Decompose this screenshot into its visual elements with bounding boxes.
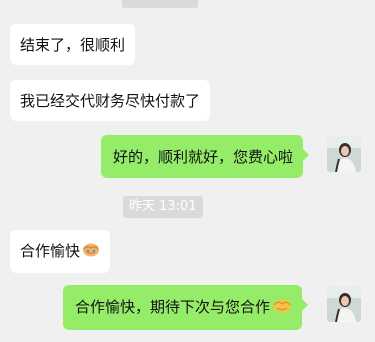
message-text: 合作愉快，期待下次与您合作 <box>75 298 271 316</box>
avatar-photo-icon <box>327 286 361 322</box>
message-text: 结束了，很顺利 <box>20 36 126 54</box>
message-bubble-received[interactable]: 我已经交代财务尽快付款了 <box>10 80 211 121</box>
user-avatar[interactable] <box>327 286 361 322</box>
user-avatar[interactable] <box>327 136 361 172</box>
message-bubble-sent[interactable]: 合作愉快，期待下次与您合作 <box>63 285 309 330</box>
timestamp-divider: 昨天 13:01 <box>123 196 203 218</box>
message-text: 我已经交代财务尽快付款了 <box>20 92 201 110</box>
message-text: 合作愉快 <box>20 242 81 260</box>
message-bubble-sent[interactable]: 好的，顺利就好，您费心啦 <box>101 135 310 178</box>
message-bubble-received[interactable]: 合作愉快 <box>10 230 111 273</box>
handshake-emoji-icon <box>272 297 292 319</box>
handshake-emoji-icon <box>82 241 100 263</box>
chat-window: { "messages": [ {"side": "left", "text":… <box>0 0 375 342</box>
avatar-photo-icon <box>327 136 361 172</box>
message-bubble-received[interactable]: 结束了，很顺利 <box>10 24 136 65</box>
message-text: 好的，顺利就好，您费心啦 <box>113 148 294 166</box>
timestamp-partial <box>122 0 198 8</box>
